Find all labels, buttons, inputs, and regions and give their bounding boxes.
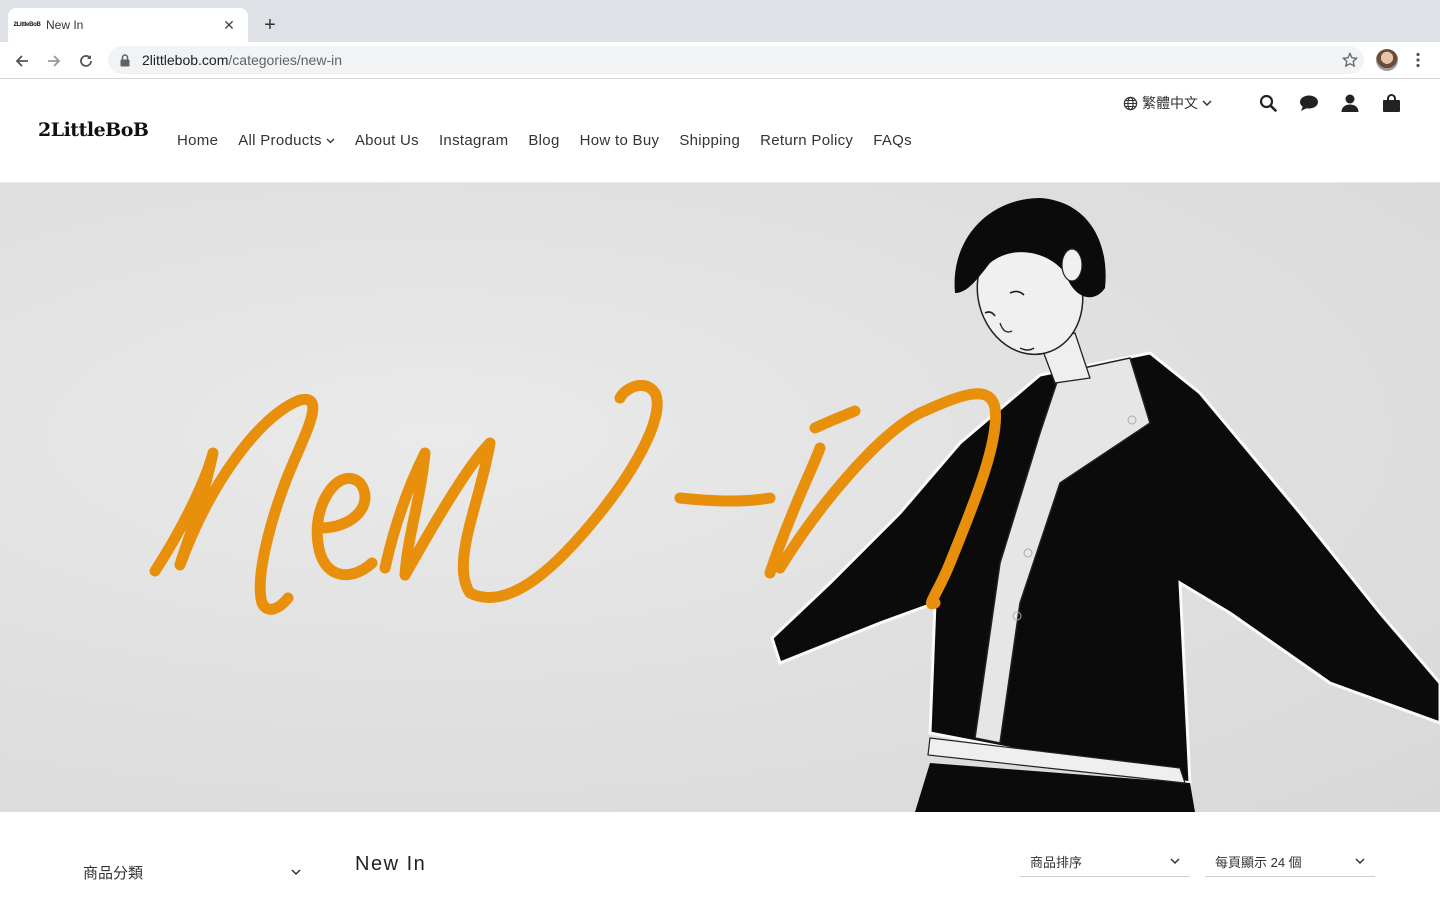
tab-title: New In xyxy=(46,18,84,32)
forward-icon[interactable] xyxy=(38,45,70,77)
new-tab-icon[interactable]: + xyxy=(258,13,282,37)
chevron-down-icon xyxy=(291,869,301,876)
address-bar[interactable]: 2littlebob.com/categories/new-in xyxy=(108,46,1364,74)
nav-about-us[interactable]: About Us xyxy=(355,132,419,149)
lock-icon xyxy=(120,53,132,67)
browser-chrome: 2LittleBoB New In ✕ + 2littlebob.com/cat… xyxy=(0,0,1440,79)
search-icon[interactable] xyxy=(1257,92,1279,114)
account-icon[interactable] xyxy=(1339,92,1361,114)
browser-toolbar: 2littlebob.com/categories/new-in xyxy=(0,42,1440,79)
close-tab-icon[interactable]: ✕ xyxy=(220,16,238,34)
per-page-dropdown[interactable]: 每頁顯示 24 個 xyxy=(1205,846,1375,877)
browser-tab[interactable]: 2LittleBoB New In ✕ xyxy=(8,8,248,42)
nav-faqs[interactable]: FAQs xyxy=(873,132,912,149)
chat-icon[interactable] xyxy=(1298,92,1320,114)
nav-blog[interactable]: Blog xyxy=(528,132,559,149)
profile-avatar[interactable] xyxy=(1376,49,1398,71)
chevron-down-icon xyxy=(326,138,335,144)
chevron-down-icon xyxy=(1170,857,1180,865)
browser-menu-icon[interactable] xyxy=(1408,46,1428,74)
nav-how-to-buy[interactable]: How to Buy xyxy=(580,132,660,149)
listing-bar: 商品分類 New In 商品排序 每頁顯示 24 個 xyxy=(0,812,1440,900)
hero-banner xyxy=(0,183,1440,812)
back-icon[interactable] xyxy=(6,45,38,77)
per-page-label: 每頁顯示 24 個 xyxy=(1215,854,1302,870)
nav-all-products-label: All Products xyxy=(238,132,322,149)
tab-strip: 2LittleBoB New In ✕ + xyxy=(0,0,1440,42)
nav-shipping[interactable]: Shipping xyxy=(679,132,740,149)
globe-icon xyxy=(1123,96,1138,111)
hero-illustration xyxy=(149,198,1440,812)
nav-return-policy[interactable]: Return Policy xyxy=(760,132,853,149)
sort-dropdown[interactable]: 商品排序 xyxy=(1020,846,1190,877)
cart-icon[interactable] xyxy=(1380,92,1402,114)
chevron-down-icon xyxy=(1202,99,1212,107)
site-header: 2LittleBoB Home All Products About Us In… xyxy=(0,79,1440,183)
nav-instagram[interactable]: Instagram xyxy=(439,132,508,149)
nav-all-products[interactable]: All Products xyxy=(238,132,335,149)
language-label: 繁體中文 xyxy=(1142,95,1198,111)
site-logo[interactable]: 2LittleBoB xyxy=(38,119,149,141)
category-dropdown[interactable]: 商品分類 xyxy=(83,862,303,883)
header-utility: 繁體中文 xyxy=(1123,92,1402,114)
category-label: 商品分類 xyxy=(83,865,144,882)
language-selector[interactable]: 繁體中文 xyxy=(1123,93,1212,113)
reload-icon[interactable] xyxy=(70,45,102,77)
chevron-down-icon xyxy=(1355,857,1365,865)
main-nav: Home All Products About Us Instagram Blo… xyxy=(177,132,932,149)
nav-home[interactable]: Home xyxy=(177,132,218,149)
bookmark-star-icon[interactable] xyxy=(1336,46,1364,74)
sort-label: 商品排序 xyxy=(1030,854,1083,870)
favicon-icon: 2LittleBoB xyxy=(13,22,41,28)
figure-ear xyxy=(1061,248,1083,282)
page-title: New In xyxy=(355,853,427,875)
url-text: 2littlebob.com/categories/new-in xyxy=(142,52,343,68)
